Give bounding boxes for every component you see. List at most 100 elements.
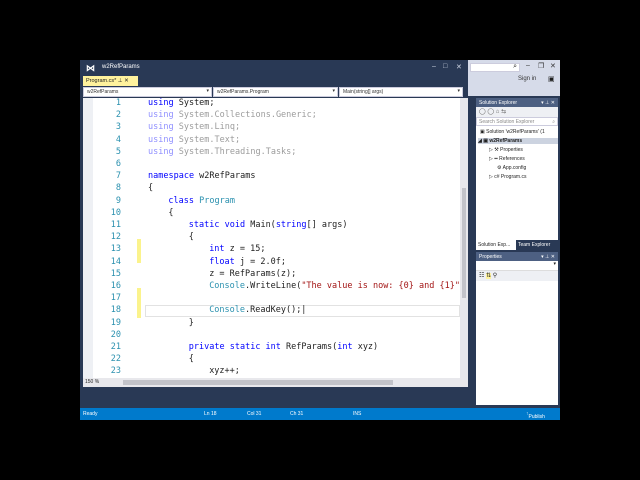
solution-label: Solution 'w2RefParams' (1: [486, 129, 545, 135]
code-line: int z = 15;: [209, 244, 266, 255]
solution-node[interactable]: ▣ Solution 'w2RefParams' (1: [480, 129, 545, 135]
feedback-icon[interactable]: ▣: [548, 75, 555, 83]
project-dropdown[interactable]: w2RefParams ▾: [83, 87, 212, 97]
member-name: Main(string[] args): [343, 89, 384, 95]
code-line: {: [168, 207, 174, 218]
explorer-tabs: Solution Exp... Team Explorer: [476, 240, 558, 250]
sign-in-link[interactable]: Sign in: [518, 76, 536, 82]
tab-solution-explorer[interactable]: Solution Exp...: [476, 240, 516, 250]
properties-toolbar: ☷ ⇅ ⚲: [476, 271, 558, 281]
tree-item-references[interactable]: ▷ ▪▪ References: [489, 156, 525, 162]
line-number: 13: [110, 244, 121, 255]
tree-item-app-config[interactable]: ⚙ App.config: [497, 165, 526, 171]
tree-item-program-cs[interactable]: ▷ c# Program.cs: [489, 174, 526, 180]
horizontal-scrollbar[interactable]: 150 %: [83, 378, 468, 387]
vertical-scrollbar[interactable]: [460, 98, 468, 378]
properties-header: Properties ▾ ⊥ ✕: [476, 252, 558, 261]
scroll-thumb[interactable]: [123, 380, 393, 385]
tab-label: Program.cs*: [86, 78, 117, 84]
line-number: 5: [115, 146, 121, 157]
line-number: 9: [115, 195, 121, 206]
line-number: 14: [110, 256, 121, 267]
line-number: 10: [110, 207, 121, 218]
project-node[interactable]: ◢ ▣ w2RefParams: [478, 138, 558, 144]
member-dropdown[interactable]: Main(string[] args) ▾: [339, 87, 463, 97]
change-marker: [137, 239, 141, 263]
code-editor[interactable]: 1 2 3 4 5 6 7 8 9 10 11 12 13 14 15 16 17 18 19 20 21 22 23 us…: [83, 98, 460, 378]
code-line: using System.Collections.Generic;: [148, 110, 317, 121]
line-number: 20: [110, 329, 121, 340]
line-number: 22: [110, 354, 121, 365]
class-dropdown[interactable]: w2RefParams.Program ▾: [213, 87, 338, 97]
solution-explorer-panel: Solution Explorer ▾ ⊥ ✕ ◯ ◯ ⌂ ⇆ Search So…: [476, 98, 558, 250]
item-label: References: [499, 156, 525, 162]
object-dropdown[interactable]: ▾: [476, 261, 558, 271]
code-line: Console.ReadKey();|: [209, 305, 307, 316]
line-number: 23: [110, 366, 121, 377]
code-line: {: [188, 354, 194, 365]
line-number: 3: [115, 122, 121, 133]
indicator-margin: [83, 98, 93, 378]
publish-button[interactable]: ↑ Publish: [526, 411, 545, 420]
scroll-thumb[interactable]: [462, 188, 466, 298]
char-indicator: Ch 31: [290, 411, 304, 417]
home-icon[interactable]: ⌂: [496, 109, 500, 115]
editor-window: ⋈ w2RefParams – □ ✕ Program.cs* ⊥ ✕ w2Re…: [80, 60, 468, 387]
categorized-icon[interactable]: ☷: [479, 273, 484, 279]
project-label: w2RefParams: [489, 138, 523, 144]
wrench-icon[interactable]: ⚲: [493, 273, 497, 279]
line-number: 19: [110, 317, 121, 328]
search-placeholder: Search Solution Explorer: [479, 119, 535, 125]
tab-program-cs[interactable]: Program.cs* ⊥ ✕: [83, 76, 138, 86]
code-line: using System.Threading.Tasks;: [148, 146, 297, 157]
panel-title: Solution Explorer: [479, 100, 518, 106]
code-line: namespace w2RefParams: [148, 171, 256, 182]
close-icon[interactable]: ▾ ⊥ ✕: [541, 254, 555, 260]
code-line: }: [188, 317, 194, 328]
line-number: 18: [110, 305, 121, 316]
close-button[interactable]: ✕: [456, 63, 462, 71]
zoom-level[interactable]: 150 %: [85, 379, 99, 385]
line-number: 15: [110, 268, 121, 279]
close-icon[interactable]: ▾ ⊥ ✕: [541, 100, 555, 106]
solution-explorer-header: Solution Explorer ▾ ⊥ ✕: [476, 98, 558, 107]
back-icon[interactable]: ◯: [479, 109, 486, 115]
quick-launch-input[interactable]: ⌕: [470, 63, 520, 72]
item-label: App.config: [502, 165, 527, 171]
status-bar: Ready Ln 18 Col 31 Ch 31 INS ↑ Publish: [80, 408, 560, 420]
line-number: 12: [110, 232, 121, 243]
code-line: z = RefParams(z);: [209, 268, 297, 279]
status-text: Ready: [83, 411, 98, 417]
line-number: 17: [110, 293, 121, 304]
minimize-button[interactable]: –: [526, 62, 530, 69]
solution-search-input[interactable]: Search Solution Explorer ⌕: [476, 117, 558, 126]
restore-button[interactable]: ❐: [538, 62, 544, 70]
column-indicator: Col 31: [247, 411, 262, 417]
item-label: Program.cs: [500, 174, 527, 180]
search-icon: ⌕: [552, 119, 555, 125]
line-number: 7: [115, 171, 121, 182]
alphabetical-icon[interactable]: ⇅: [486, 273, 492, 279]
item-label: Properties: [500, 147, 523, 153]
maximize-button[interactable]: □: [443, 63, 447, 70]
code-line: xyz++;: [209, 366, 240, 377]
chevron-down-icon: ▾: [332, 88, 335, 94]
code-line: using System;: [148, 98, 215, 108]
insert-mode: INS: [353, 411, 362, 417]
close-button[interactable]: ✕: [550, 62, 556, 70]
close-tab-icon[interactable]: ✕: [124, 78, 129, 84]
vs-logo-icon: ⋈: [86, 63, 95, 73]
code-line: Console.WriteLine("The value is now: {0}…: [209, 281, 460, 291]
minimize-button[interactable]: –: [432, 63, 436, 70]
visual-studio-window: ⌕ – ❐ ✕ Sign in ▣ ⋈ w2RefParams – □ ✕ Pr…: [80, 60, 560, 420]
code-line: private static int RefParams(int xyz): [188, 342, 379, 352]
line-number: 1: [115, 98, 121, 108]
sync-icon[interactable]: ⇆: [501, 109, 506, 115]
tab-team-explorer[interactable]: Team Explorer: [518, 242, 550, 248]
project-name: w2RefParams: [87, 89, 119, 95]
code-line: float j = 2.0f;: [209, 256, 286, 267]
chevron-down-icon: ▾: [457, 88, 460, 94]
tree-item-properties[interactable]: ▷ ⚒ Properties: [489, 147, 523, 153]
pin-icon[interactable]: ⊥: [118, 78, 123, 84]
forward-icon[interactable]: ◯: [487, 109, 494, 115]
